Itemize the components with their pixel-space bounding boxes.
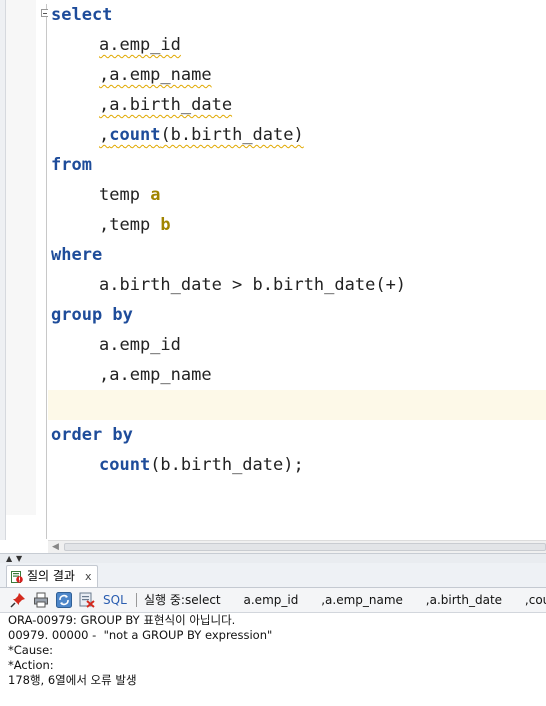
output-line: ORA-00979: GROUP BY 표현식이 아닙니다.: [8, 613, 236, 627]
table-alias: a: [150, 185, 161, 205]
code-token: temp: [99, 185, 151, 205]
sql-keyword: where: [51, 245, 103, 265]
output-line: 178행, 6열에서 오류 발생: [8, 673, 137, 687]
code-token: ,a.emp_name: [99, 365, 212, 385]
execution-status-text: 실행 중:select a.emp_id ,a.emp_name ,a.birt…: [144, 593, 546, 607]
print-icon[interactable]: [33, 592, 49, 608]
output-line: 00979. 00000 - "not a GROUP BY expressio…: [8, 628, 273, 642]
tab-query-result[interactable]: 질의 결과 x: [6, 565, 98, 587]
sql-function: count: [99, 455, 151, 475]
code-line[interactable]: from: [48, 150, 546, 180]
code-token: ,: [99, 125, 110, 145]
fold-guide-line: [46, 4, 47, 539]
toolbar-separator: [136, 593, 137, 607]
result-toolbar: SQL 실행 중:select a.emp_id ,a.emp_name ,a.…: [0, 588, 546, 613]
code-token: (b.birth_date);: [150, 455, 304, 475]
sql-keyword: order by: [51, 425, 133, 445]
code-line[interactable]: [48, 390, 546, 420]
sql-function: count: [109, 125, 161, 145]
code-line-text: ,temp b: [48, 210, 171, 240]
code-token: a.birth_date > b.birth_date(+): [99, 275, 407, 295]
code-line[interactable]: a.emp_id: [48, 330, 546, 360]
code-line[interactable]: count(b.birth_date);: [48, 450, 546, 480]
splitter-down-arrow-icon[interactable]: ▼: [16, 554, 22, 563]
code-line-text: a.emp_id: [48, 330, 181, 360]
code-token: a.emp_id: [99, 335, 181, 355]
code-line[interactable]: select: [48, 0, 546, 30]
error-result-icon: [11, 571, 23, 583]
code-line-text: ,a.emp_name: [48, 60, 212, 90]
table-alias: b: [160, 215, 171, 235]
code-line[interactable]: ,count(b.birth_date): [48, 120, 546, 150]
code-line-text: count(b.birth_date);: [48, 450, 304, 480]
code-line[interactable]: ,a.birth_date: [48, 90, 546, 120]
code-line[interactable]: where: [48, 240, 546, 270]
code-token: ,a.emp_name: [99, 65, 212, 85]
code-token: a.emp_id: [99, 35, 181, 55]
code-line-text: select: [48, 0, 112, 30]
code-line-text: a.emp_id: [48, 30, 181, 60]
code-token: (b.birth_date): [160, 125, 304, 145]
sql-keyword: group by: [51, 305, 133, 325]
code-line-text: where: [48, 240, 102, 270]
code-line[interactable]: ,a.emp_name: [48, 60, 546, 90]
code-line[interactable]: temp a: [48, 180, 546, 210]
code-token: ,a.birth_date: [99, 95, 233, 115]
code-line-text: temp a: [48, 180, 160, 210]
scrollbar-thumb[interactable]: [64, 543, 546, 551]
refresh-icon[interactable]: [56, 592, 72, 608]
code-line-text: from: [48, 150, 92, 180]
editor-empty-area[interactable]: [48, 482, 546, 516]
code-line[interactable]: group by: [48, 300, 546, 330]
sql-keyword: from: [51, 155, 92, 175]
clear-icon[interactable]: [79, 592, 95, 608]
result-tab-bar: 질의 결과 x: [0, 563, 546, 588]
panel-splitter[interactable]: ▲ ▼: [0, 553, 546, 563]
code-line[interactable]: ,a.emp_name: [48, 360, 546, 390]
code-line-text: order by: [48, 420, 133, 450]
splitter-up-arrow-icon[interactable]: ▲: [6, 554, 12, 563]
output-line: *Action:: [8, 658, 54, 672]
tab-close-icon[interactable]: x: [85, 569, 92, 584]
code-line[interactable]: a.birth_date > b.birth_date(+): [48, 270, 546, 300]
code-area[interactable]: select a.emp_id ,a.emp_name ,a.birth_date ,c…: [48, 0, 546, 482]
sql-toggle-button[interactable]: SQL: [103, 592, 127, 608]
horizontal-scrollbar[interactable]: ◀: [48, 540, 546, 553]
code-token: ,temp: [99, 215, 161, 235]
code-line-text: ,a.birth_date: [48, 90, 232, 120]
code-line-text: ,count(b.birth_date): [48, 120, 304, 150]
sql-editor[interactable]: select a.emp_id ,a.emp_name ,a.birth_date ,c…: [0, 0, 546, 540]
code-line[interactable]: order by: [48, 420, 546, 450]
code-line-text: ,a.emp_name: [48, 360, 212, 390]
output-line: *Cause:: [8, 643, 54, 657]
code-line[interactable]: ,temp b: [48, 210, 546, 240]
sql-keyword: select: [51, 5, 113, 25]
pin-icon[interactable]: [10, 592, 26, 608]
code-line-text: group by: [48, 300, 133, 330]
error-output-area[interactable]: ORA-00979: GROUP BY 표현식이 아닙니다. 00979. 000…: [0, 613, 546, 706]
line-number-gutter: [6, 0, 36, 515]
scroll-left-arrow-icon[interactable]: ◀: [52, 542, 59, 552]
code-line[interactable]: a.emp_id: [48, 30, 546, 60]
code-line-text: a.birth_date > b.birth_date(+): [48, 270, 406, 300]
tab-query-result-label: 질의 결과: [27, 569, 75, 583]
